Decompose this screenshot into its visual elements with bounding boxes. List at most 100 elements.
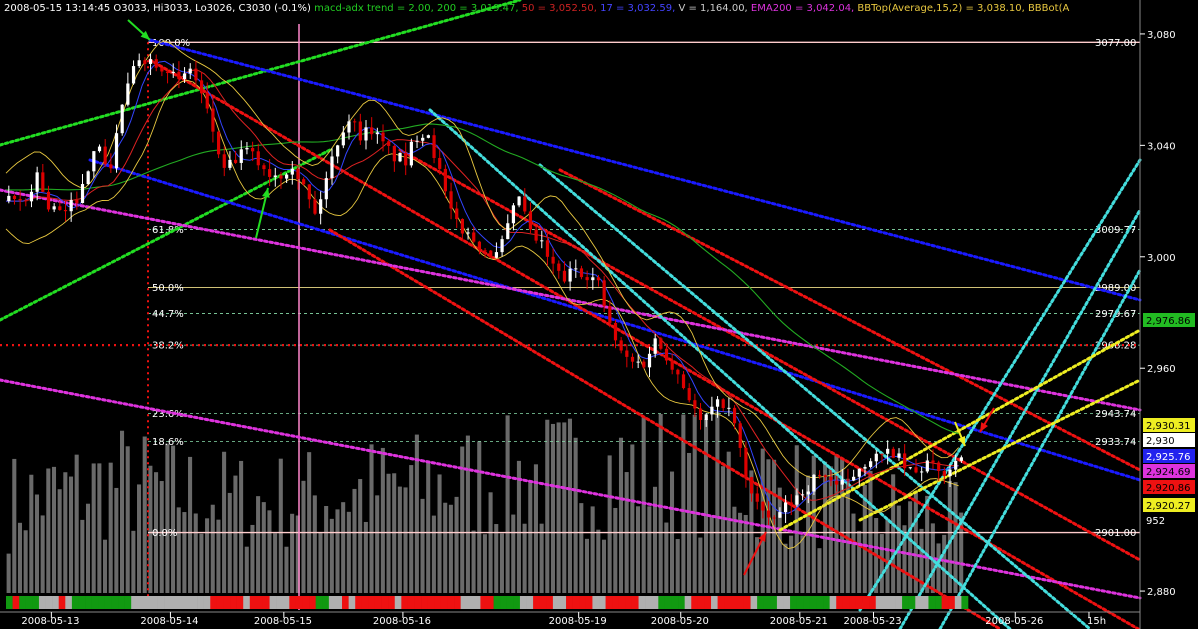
volume-bar [431,515,436,593]
volume-bar [511,514,516,593]
candle-body [528,211,533,230]
volume-bar [647,506,652,593]
candle-body [659,338,663,349]
candle-body [375,132,379,135]
volume-bar [176,507,181,593]
volume-bar [199,533,204,593]
y-tick-label: 3,000 [1147,253,1176,264]
candle-body [840,479,844,485]
volume-bar [437,474,442,593]
status-cell [71,596,79,609]
volume-bar [891,474,896,593]
status-cell [625,596,633,609]
volume-bar [40,515,45,593]
candle-body [75,200,79,204]
status-cell [65,596,73,609]
y-tick-label: 2,880 [1147,587,1176,598]
status-cell [566,596,573,609]
volume-bar [68,476,74,593]
volume-bar [91,463,96,593]
status-cell [249,596,257,609]
price-chart: 952 100.0% 3077.0061.8% 3009.7750.0% 2989.0… [0,0,1198,629]
volume-bar [329,518,334,593]
volume-bar [227,492,232,593]
candle-body [557,263,561,271]
candle-body [131,66,136,84]
status-cell [816,596,824,609]
candle-body [460,219,464,234]
candle-body [869,461,873,467]
candle-body [613,322,618,341]
status-cell [6,596,13,609]
candle-body [256,151,260,166]
candle-body [903,453,907,469]
candle-body [92,151,96,172]
status-cell [177,596,185,609]
candle-body [251,147,255,152]
volume-bar [936,543,941,593]
status-cell [487,596,494,609]
candle-body [24,200,28,202]
volume-bar [369,444,374,593]
candle-body [143,60,147,64]
candle-body [715,399,720,407]
candle-body [574,268,578,270]
status-cell [730,596,738,609]
candle-body [937,462,941,471]
status-cell [91,596,99,609]
volume-bar [726,451,731,593]
candle-body [86,171,90,185]
status-cell [104,596,112,609]
price-tag-label: 2,930 [1146,436,1175,447]
candle-body [772,517,776,519]
status-cell [783,596,791,609]
volume-bar [556,422,561,593]
status-cell [902,596,909,609]
status-cell [32,596,40,609]
status-cell [407,596,415,609]
volume-bar [698,537,703,593]
candle-body [829,476,833,481]
volume-bar [125,446,130,593]
candle-body [12,195,17,200]
fib-percent: 0.0% [152,528,177,539]
status-strip [6,596,969,609]
x-tick-label: 2008-05-20 [651,616,709,627]
candle-body [307,184,311,200]
volume-bar [290,513,295,593]
candle-body [625,350,629,357]
status-cell [216,596,224,609]
candle-body [818,474,822,476]
candle-body [738,423,742,448]
volume-bar [687,452,692,593]
price-tag-label: 2,924.69 [1146,467,1191,478]
status-cell [895,596,903,609]
volume-bar [709,515,714,593]
volume-bar [584,538,590,593]
price-tag-label: 2,920.86 [1146,483,1191,494]
status-cell [546,596,554,609]
volume-bar [216,519,221,593]
volume-bar [488,492,493,593]
candle-body [472,232,476,242]
volume-bar [102,539,108,593]
volume-bar [182,512,187,593]
fib-percent: 18.6% [152,437,184,448]
status-cell [137,596,145,609]
status-cell [243,596,251,609]
volume-bar [630,444,635,593]
candle-body [596,277,601,281]
candle-body [761,501,765,511]
candle-body [585,277,589,281]
status-cell [500,596,508,609]
candle-body [290,168,294,175]
status-cell [348,596,356,609]
volume-bar [346,511,351,593]
status-cell [480,596,488,609]
header-part: 17 = 3,032.59, [597,3,675,14]
status-cell [638,596,646,609]
volume-bar [233,475,238,593]
status-cell [935,596,942,609]
candle-body [766,510,771,518]
status-cell [750,596,758,609]
